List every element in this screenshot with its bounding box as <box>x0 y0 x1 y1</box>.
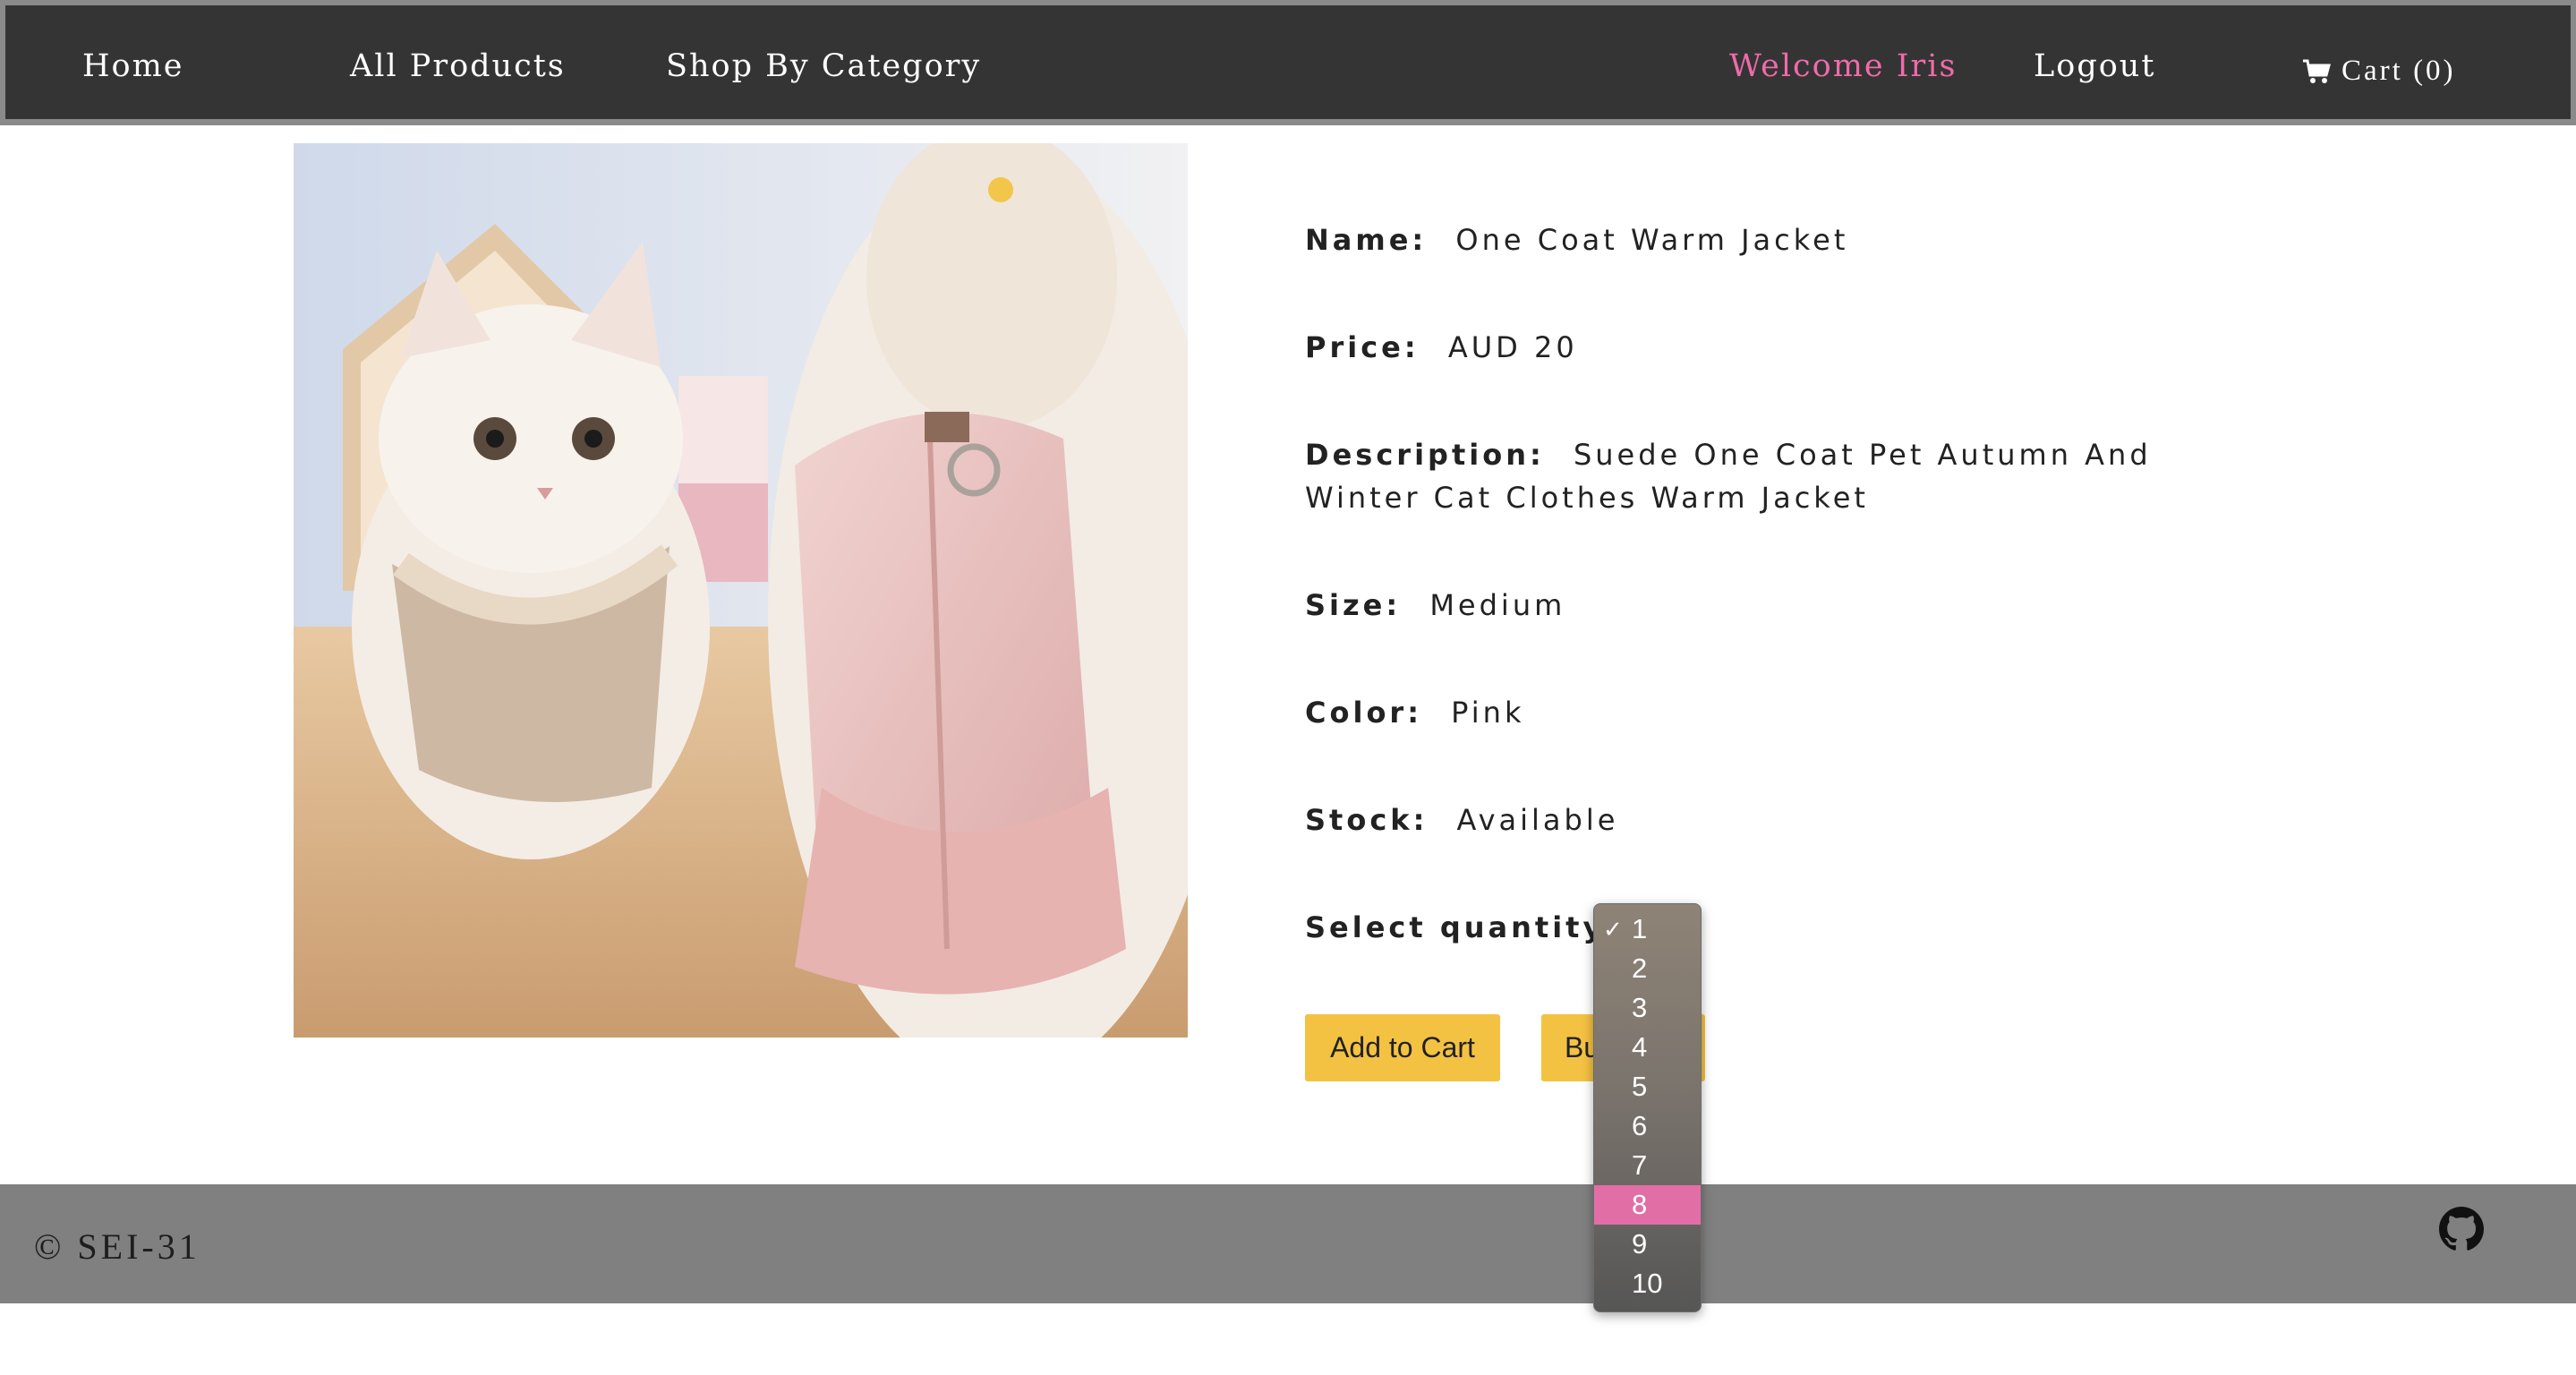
github-icon[interactable] <box>2439 1207 2484 1251</box>
product-price-row: Price: AUD 20 <box>1305 326 1578 369</box>
quantity-option-label: 1 <box>1632 913 1648 944</box>
quantity-label: Select quantity: <box>1305 910 1621 944</box>
nav-shop-by-category-link[interactable]: Shop By Category <box>666 48 981 84</box>
quantity-option-label: 5 <box>1632 1071 1648 1102</box>
quantity-option[interactable]: 8 <box>1594 1185 1701 1225</box>
product-price: AUD 20 <box>1447 330 1578 364</box>
quantity-option[interactable]: ✓ 1 <box>1594 910 1701 949</box>
product-size-row: Size: Medium <box>1305 584 1565 627</box>
quantity-option[interactable]: 9 <box>1594 1225 1701 1264</box>
quantity-option-label: 2 <box>1632 952 1648 984</box>
quantity-select-dropdown[interactable]: ✓ 1 2 3 4 5 6 7 8 9 10 <box>1593 903 1702 1312</box>
quantity-option[interactable]: 3 <box>1594 988 1701 1028</box>
quantity-option-label: 10 <box>1632 1268 1663 1299</box>
product-stock-row: Stock: Available <box>1305 799 1618 841</box>
size-label: Size: <box>1305 588 1402 622</box>
name-label: Name: <box>1305 223 1428 257</box>
quantity-option-label: 8 <box>1632 1189 1648 1220</box>
quantity-row: Select quantity: <box>1305 906 1636 949</box>
top-navbar: Home All Products Shop By Category Welco… <box>0 0 2576 125</box>
nav-all-products-link[interactable]: All Products <box>350 48 566 84</box>
nav-cart-link[interactable]: Cart (0) <box>2302 55 2456 88</box>
product-name: One Coat Warm Jacket <box>1455 223 1849 257</box>
quantity-option[interactable]: 4 <box>1594 1028 1701 1067</box>
quantity-option[interactable]: 7 <box>1594 1146 1701 1185</box>
page: Home All Products Shop By Category Welco… <box>0 0 2576 1375</box>
copyright-text: © SEI-31 <box>34 1226 200 1267</box>
product-stock: Available <box>1456 803 1619 837</box>
stock-label: Stock: <box>1305 803 1429 837</box>
product-description-row: Description: Suede One Coat Pet Autumn A… <box>1305 433 2218 519</box>
welcome-user-text: Welcome Iris <box>1729 48 1958 84</box>
quantity-option-label: 4 <box>1632 1031 1648 1063</box>
color-label: Color: <box>1305 696 1422 730</box>
product-name-row: Name: One Coat Warm Jacket <box>1305 218 1848 261</box>
product-size: Medium <box>1429 588 1566 622</box>
quantity-option-label: 9 <box>1632 1228 1648 1260</box>
quantity-option[interactable]: 10 <box>1594 1264 1701 1303</box>
quantity-option[interactable]: 6 <box>1594 1106 1701 1146</box>
product-color-row: Color: Pink <box>1305 691 1524 734</box>
nav-logout-link[interactable]: Logout <box>2034 48 2155 84</box>
quantity-option-label: 3 <box>1632 992 1648 1023</box>
quantity-option[interactable]: 5 <box>1594 1067 1701 1106</box>
nav-home-link[interactable]: Home <box>82 48 184 84</box>
footer: © SEI-31 <box>0 1184 2576 1303</box>
price-label: Price: <box>1305 330 1420 364</box>
quantity-option-label: 7 <box>1632 1149 1648 1181</box>
product-image <box>294 143 1188 1038</box>
product-color: Pink <box>1451 696 1525 730</box>
description-label: Description: <box>1305 438 1545 472</box>
add-to-cart-button[interactable]: Add to Cart <box>1305 1014 1500 1081</box>
shopping-cart-icon <box>2302 59 2331 84</box>
cart-label: Cart (0) <box>2341 55 2456 87</box>
checkmark-icon: ✓ <box>1603 916 1623 943</box>
quantity-option-label: 6 <box>1632 1110 1648 1141</box>
quantity-option[interactable]: 2 <box>1594 949 1701 988</box>
